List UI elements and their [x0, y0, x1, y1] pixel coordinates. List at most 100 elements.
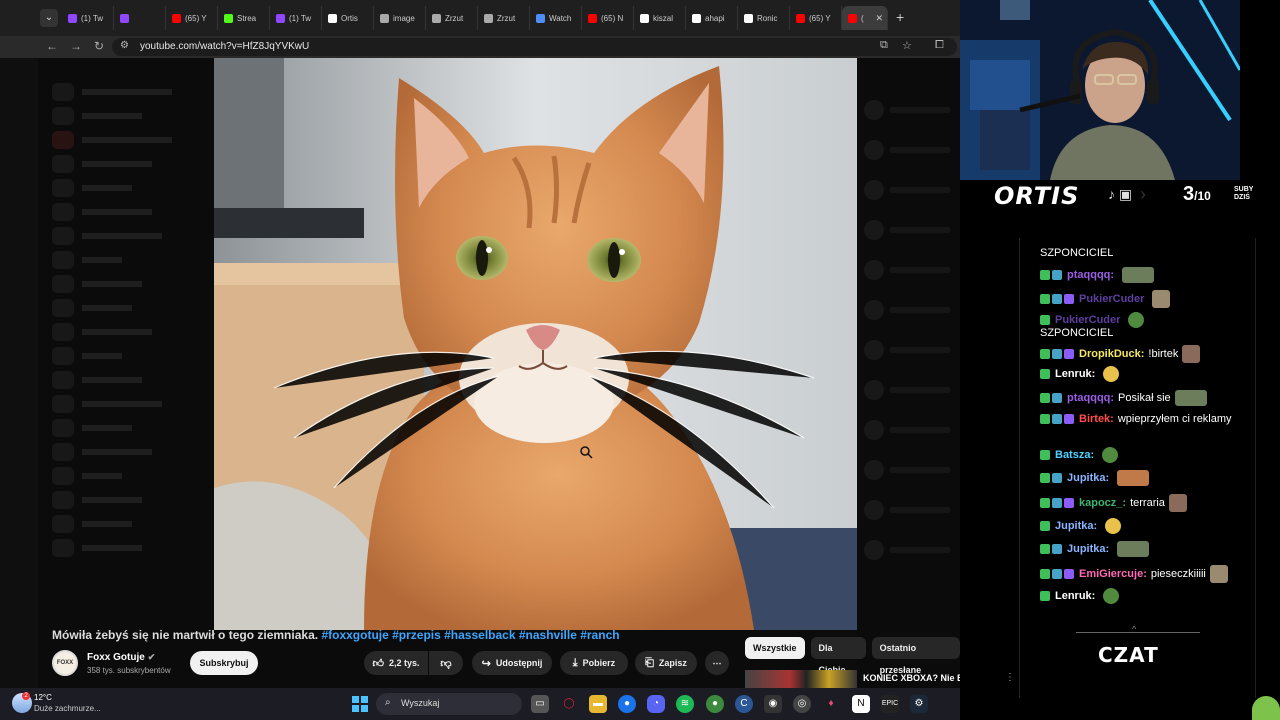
tab-label: Ortis	[341, 13, 358, 23]
subscribe-button[interactable]: Subskrybuj	[190, 651, 258, 675]
browser-tab[interactable]: Watch	[530, 6, 582, 30]
chat-message: Jupitka:	[1040, 518, 1250, 534]
video-description[interactable]: Mówiła żebyś się nie martwił o tego ziem…	[52, 628, 620, 642]
browser-tab[interactable]: (✕	[842, 6, 888, 30]
url-text[interactable]: youtube.com/watch?v=HfZ8JqYVKwU	[140, 41, 309, 52]
site-info-icon[interactable]: ⚙	[120, 40, 129, 51]
chat-username[interactable]: Batsza:	[1055, 449, 1094, 461]
app-c-icon[interactable]: C	[735, 695, 753, 713]
taskbar-search[interactable]: ⌕ Wyszukaj	[376, 693, 522, 715]
subscriber-count: 358 tys. subskrybentów	[87, 666, 171, 675]
like-button[interactable]: 👍︎ 2,2 tys.	[364, 651, 428, 675]
chip-all[interactable]: Wszystkie	[745, 637, 805, 659]
steam-icon[interactable]: ⚙	[910, 695, 928, 713]
browser-tab[interactable]: (1) Tw	[270, 6, 322, 30]
back-icon[interactable]: ←	[46, 39, 58, 53]
download-button[interactable]: ⤓ Pobierz	[560, 651, 628, 675]
tab-label: ahapi	[705, 13, 725, 23]
chat-badge-icon	[1064, 498, 1074, 509]
tab-favicon-icon	[484, 13, 493, 23]
tab-favicon-icon	[224, 13, 233, 23]
chat-username[interactable]: Lenruk:	[1055, 590, 1095, 602]
save-button[interactable]: ⎗ Zapisz	[635, 651, 697, 675]
tab-close-icon[interactable]: ✕	[875, 13, 883, 24]
browser-tab[interactable]: (65) Y	[166, 6, 218, 30]
chat-username[interactable]: Birtek:	[1079, 413, 1114, 425]
browser-tab[interactable]: (65) Y	[790, 6, 842, 30]
reload-icon[interactable]: ↻	[94, 39, 104, 53]
chat-username[interactable]: PukierCuder	[1079, 293, 1144, 305]
channel-name[interactable]: Foxx Gotuje ✔	[87, 652, 155, 663]
cat-photo[interactable]	[214, 58, 857, 630]
chat-text: SZPONCICIEL	[1040, 327, 1114, 339]
chat-username[interactable]: ptaqqqq:	[1067, 392, 1114, 404]
recommended-title[interactable]: KONIEC XBOXA? Nie Będzie	[863, 673, 960, 683]
chat-badge-icon	[1040, 498, 1050, 509]
bookmark-star-icon[interactable]: ☆	[902, 39, 912, 52]
file-explorer-icon[interactable]: ▬	[589, 695, 607, 713]
browser-tab[interactable]: (65) N	[582, 6, 634, 30]
opera-icon[interactable]: ◯	[560, 695, 578, 713]
recommended-more-icon[interactable]: ⋮	[1005, 672, 1015, 683]
obs-icon[interactable]: ◉	[764, 695, 782, 713]
chat-username[interactable]: Jupitka:	[1055, 520, 1097, 532]
chrome-alt-icon[interactable]: ●	[706, 695, 724, 713]
browser-tab[interactable]: (1) Tw	[62, 6, 114, 30]
browser-tab[interactable]	[114, 6, 166, 30]
install-app-icon[interactable]: ⧉	[880, 39, 888, 52]
chip-recently-uploaded[interactable]: Ostatnio przesłane	[871, 637, 960, 675]
dislike-button[interactable]: 👎︎	[429, 651, 463, 675]
pin-icon[interactable]: ♦	[822, 695, 840, 713]
browser-tab[interactable]: ahapi	[686, 6, 738, 30]
browser-tab[interactable]: Strea	[218, 6, 270, 30]
chat-username[interactable]: DropikDuck:	[1079, 348, 1144, 360]
browser-tab[interactable]: Zrzut	[426, 6, 478, 30]
chat-badge-icon	[1052, 414, 1062, 425]
chat-username[interactable]: Lenruk:	[1055, 368, 1095, 380]
app-ring-icon[interactable]: ◎	[793, 695, 811, 713]
chat-username[interactable]: Jupitka:	[1067, 543, 1109, 555]
description-hashtags[interactable]: #foxxgotuje #przepis #hasselback #nashvi…	[321, 628, 619, 642]
tab-favicon-icon	[692, 13, 701, 23]
channel-avatar[interactable]: FOXX	[52, 650, 78, 676]
chrome-icon[interactable]: ●	[618, 695, 636, 713]
chat-text: SZPONCICIEL	[1040, 247, 1114, 259]
discord-icon[interactable]: ◔	[647, 695, 665, 713]
share-button[interactable]: ↪ Udostępnij	[472, 651, 552, 675]
extensions-icon[interactable]: ⧠	[935, 39, 944, 52]
chat-message: ptaqqqq:	[1040, 267, 1250, 283]
chat-username[interactable]: ptaqqqq:	[1067, 269, 1114, 281]
recommended-thumbnail[interactable]	[745, 670, 857, 688]
browser-tab[interactable]: Ortis	[322, 6, 374, 30]
tab-search-dropdown[interactable]: ⌄	[40, 9, 58, 27]
subs-label-2: DZIŚ	[1234, 194, 1250, 201]
browser-tab[interactable]: Zrzut	[478, 6, 530, 30]
chat-username[interactable]: Jupitka:	[1067, 472, 1109, 484]
browser-toolbar: ← → ↻ ⚙ youtube.com/watch?v=HfZ8JqYVKwU …	[0, 36, 960, 58]
more-dots-icon: ⋯	[712, 657, 722, 668]
more-actions-button[interactable]: ⋯	[705, 651, 729, 675]
chat-message: Birtek: wpieprzyłem ci reklamy	[1040, 412, 1250, 426]
chip-for-you[interactable]: Dla Ciebie	[810, 637, 866, 675]
browser-tab[interactable]: image	[374, 6, 426, 30]
chat-username[interactable]: kapocz_:	[1079, 497, 1126, 509]
browser-tab[interactable]: Ronic	[738, 6, 790, 30]
notion-icon[interactable]: N	[852, 695, 870, 713]
browser-tab[interactable]: kiszal	[634, 6, 686, 30]
task-view-icon[interactable]: ▭	[531, 695, 549, 713]
search-icon: ⌕	[385, 697, 391, 708]
chat-username[interactable]: PukierCuder	[1055, 314, 1120, 326]
recommended-video[interactable]: KONIEC XBOXA? Nie Będzie	[745, 670, 960, 688]
chat-username[interactable]: EmiGiercuje:	[1079, 568, 1147, 580]
tab-strip: ⌄ (1) Tw (65) Y Strea (1) Tw Ortis image Zrzut…	[0, 0, 960, 36]
address-bar[interactable]: ⚙ youtube.com/watch?v=HfZ8JqYVKwU	[112, 38, 957, 56]
forward-icon[interactable]: →	[70, 39, 82, 53]
new-tab-button[interactable]: +	[896, 9, 904, 25]
channel-name-text[interactable]: Foxx Gotuje	[87, 652, 145, 663]
spotify-icon[interactable]: ≋	[676, 695, 694, 713]
weather-description[interactable]: Duże zachmurze...	[34, 704, 101, 713]
weather-temperature[interactable]: 12°C	[34, 693, 52, 702]
epic-games-icon[interactable]: EPIC	[881, 695, 899, 713]
chat-divider	[1076, 632, 1200, 633]
start-button[interactable]	[352, 696, 368, 712]
